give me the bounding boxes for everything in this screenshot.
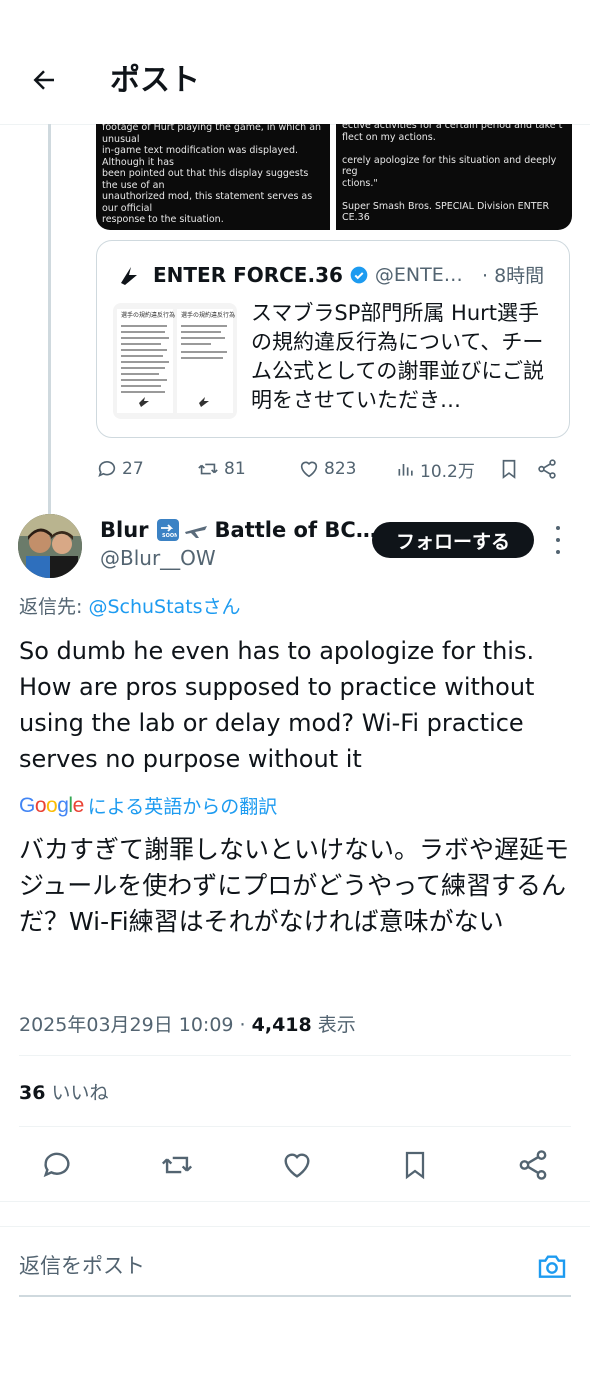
- divider: [19, 1126, 571, 1127]
- page-title: ポスト: [110, 63, 200, 98]
- likes-label: いいね: [45, 1082, 109, 1104]
- follow-button[interactable]: フォローする: [372, 522, 534, 558]
- team-logo-icon: [121, 267, 137, 285]
- quote-header: ENTER FORCE.36 @ENTE…: [117, 257, 463, 293]
- retweet-icon: [198, 463, 218, 475]
- like-count: 823: [324, 459, 357, 479]
- quoted-tweet-actions: 27 81 823 10.2万: [96, 455, 570, 483]
- quote-tweet-card[interactable]: ENTER FORCE.36 @ENTE… · 8時間 選手の規約違反行為 選手…: [96, 240, 570, 438]
- thread-connector: [48, 124, 51, 516]
- soon-arrow-icon: SOON: [156, 519, 179, 541]
- quote-author-handle: @ENTE…: [374, 264, 463, 286]
- share-icon[interactable]: [516, 1148, 550, 1182]
- view-label: 表示: [311, 1014, 356, 1036]
- reply-action[interactable]: 27: [96, 458, 196, 480]
- quote-author-name: ENTER FORCE.36: [153, 263, 343, 287]
- quote-thumbnail: 選手の規約違反行為 選手の規約違反行為: [113, 303, 237, 419]
- quote-body-text: スマブラSP部門所属 Hurt選手の規約違反行為について、チーム公式としての謝罪…: [251, 301, 544, 412]
- back-button[interactable]: [26, 60, 62, 100]
- views-count: 10.2万: [420, 461, 475, 482]
- view-count: 4,418: [251, 1014, 312, 1036]
- bar-chart-icon: [398, 464, 413, 476]
- views-action[interactable]: 10.2万: [396, 457, 498, 482]
- share-action[interactable]: [536, 458, 566, 480]
- reply-input-underline: [19, 1295, 571, 1297]
- more-options-icon[interactable]: [548, 526, 568, 554]
- translated-text: バカすぎて謝罪しないといけない。ラボや遅延モジュールを使わずにプロがどうやって練…: [19, 835, 570, 936]
- airplane-icon: [183, 520, 209, 540]
- share-icon: [538, 459, 556, 479]
- author-name[interactable]: Blur SOON Battle of BC…: [100, 518, 377, 542]
- heart-icon: [300, 461, 318, 478]
- divider: [0, 1201, 590, 1202]
- bookmark-icon[interactable]: [399, 1148, 431, 1182]
- arrow-left-icon: [33, 70, 54, 90]
- likes-summary[interactable]: 36 いいね: [19, 1078, 109, 1105]
- translation-attribution[interactable]: Google による英語からの翻訳: [19, 792, 277, 819]
- quote-timestamp: · 8時間: [482, 265, 545, 287]
- tweet-meta: 2025年03月29日 10:09 · 4,418 表示: [19, 1010, 356, 1037]
- image-text-right: ective activities for a certain period a…: [342, 124, 563, 223]
- likes-count: 36: [19, 1082, 46, 1104]
- reply-count: 27: [122, 459, 144, 479]
- reply-prefix: 返信先:: [19, 596, 89, 618]
- tweet-text: So dumb he even has to apologize for thi…: [19, 637, 535, 773]
- bookmark-icon: [502, 459, 516, 479]
- heart-icon[interactable]: [280, 1148, 314, 1182]
- translation-label: による英語からの翻訳: [87, 796, 278, 818]
- attached-image-left[interactable]: footage of Hurt playing the game, in whi…: [96, 124, 330, 230]
- author-handle[interactable]: @Blur__OW: [100, 546, 216, 570]
- avatar[interactable]: [18, 514, 82, 578]
- camera-icon[interactable]: [536, 1250, 568, 1282]
- reply-icon: [98, 460, 116, 477]
- tweet-action-bar: [40, 1145, 550, 1185]
- author-name-suffix: Battle of BC…: [214, 518, 377, 542]
- reply-mention-link[interactable]: @SchuStatsさん: [88, 596, 240, 618]
- retweet-icon[interactable]: [159, 1148, 195, 1182]
- verified-badge-icon: [350, 266, 368, 284]
- thumb-title-left: 選手の規約違反行為: [121, 311, 175, 319]
- bookmark-action[interactable]: [498, 458, 536, 480]
- retweet-action[interactable]: 81: [196, 458, 298, 480]
- app-header: [0, 0, 590, 125]
- google-logo: Google: [19, 793, 84, 817]
- divider: [19, 1055, 571, 1056]
- author-display-name: Blur: [100, 518, 149, 542]
- attached-image-right[interactable]: ective activities for a certain period a…: [336, 124, 572, 230]
- retweet-count: 81: [224, 459, 246, 479]
- divider: [0, 1226, 590, 1227]
- timestamp[interactable]: 2025年03月29日 10:09 ·: [19, 1014, 252, 1036]
- thumb-title-right: 選手の規約違反行為: [181, 311, 235, 319]
- reply-input[interactable]: 返信をポスト: [19, 1250, 145, 1280]
- reply-context: 返信先: @SchuStatsさん: [19, 592, 241, 619]
- image-text-left: footage of Hurt playing the game, in whi…: [102, 124, 322, 225]
- like-action[interactable]: 823: [298, 458, 396, 480]
- svg-text:SOON: SOON: [162, 533, 177, 538]
- reply-icon[interactable]: [40, 1148, 74, 1182]
